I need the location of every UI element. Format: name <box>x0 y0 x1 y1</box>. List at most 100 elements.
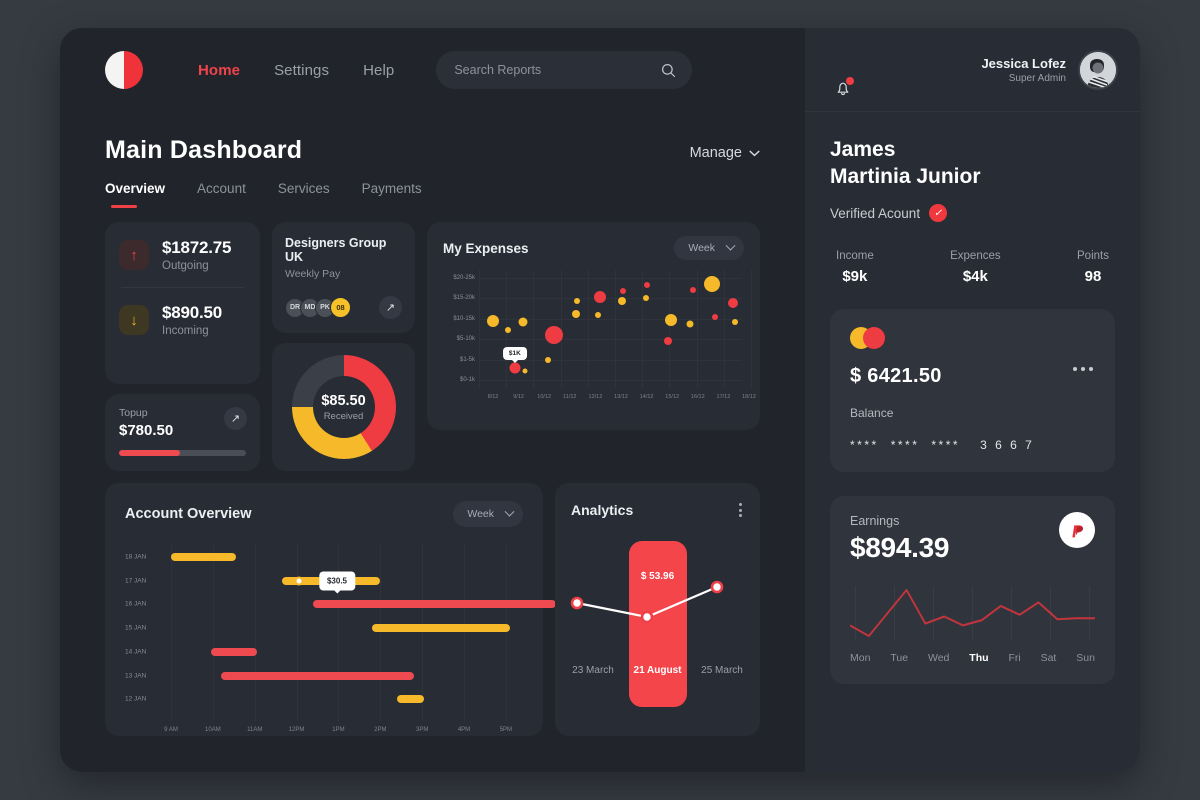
group-count-badge[interactable]: 08 <box>330 297 351 318</box>
day-fri[interactable]: Fri <box>1008 652 1020 664</box>
app-logo-icon[interactable] <box>105 51 143 89</box>
donut-value: $85.50 <box>321 392 366 409</box>
avatar[interactable] <box>1078 49 1118 90</box>
scatter-point <box>544 325 563 344</box>
tab-account[interactable]: Account <box>197 181 246 208</box>
scatter-point <box>593 290 606 303</box>
expenses-range-dropdown[interactable]: Week <box>674 236 744 260</box>
analytics-label-right: 25 March <box>694 663 750 678</box>
gantt-bar[interactable] <box>397 695 425 704</box>
expenses-y-tick: $5-10k <box>456 336 475 343</box>
manage-dropdown[interactable]: Manage <box>690 145 760 161</box>
check-badge-icon: ✓ <box>929 204 948 222</box>
gridline <box>479 380 742 381</box>
day-thu[interactable]: Thu <box>969 652 988 664</box>
nav-link-help[interactable]: Help <box>363 62 394 79</box>
gridline <box>696 270 698 388</box>
kebab-menu-icon[interactable] <box>737 501 744 519</box>
card-mask-2: **** <box>890 438 920 452</box>
day-tue[interactable]: Tue <box>890 652 908 664</box>
gantt-x-tick: 1PM <box>332 727 345 733</box>
gridline <box>338 543 340 721</box>
expenses-range-label: Week <box>688 242 715 254</box>
scatter-point <box>686 320 694 328</box>
scatter-point <box>504 326 511 333</box>
tab-overview[interactable]: Overview <box>105 181 165 208</box>
card-last4: 3 6 6 7 <box>980 438 1035 452</box>
gantt-drag-handle[interactable] <box>294 576 304 586</box>
user-name: Jessica Lofez <box>981 55 1066 71</box>
search-icon[interactable] <box>661 63 676 78</box>
tab-services[interactable]: Services <box>278 181 330 208</box>
day-sun[interactable]: Sun <box>1076 652 1095 664</box>
more-dots-icon[interactable] <box>1073 367 1093 371</box>
expenses-x-tick: 18/12 <box>742 394 756 400</box>
kpi-income-label: Income <box>836 250 874 262</box>
account-range-label: Week <box>467 508 494 520</box>
gantt-tooltip: $30.5 <box>318 571 356 594</box>
analytics-label-left: 23 March <box>565 663 621 678</box>
search-input[interactable] <box>454 63 654 77</box>
cards-row-2: Account Overview Week 18 JAN 17 JAN 16 JAN… <box>60 471 805 736</box>
account-range-dropdown[interactable]: Week <box>453 501 523 527</box>
expenses-tooltip: $1K <box>502 347 527 364</box>
gantt-x-tick: 12PM <box>288 727 305 733</box>
gantt-bar[interactable] <box>221 671 414 680</box>
group-action-button[interactable]: ↗ <box>379 296 402 319</box>
gridline <box>479 270 480 388</box>
scatter-point <box>595 312 602 319</box>
scatter-point <box>689 286 696 293</box>
gridline <box>479 339 742 341</box>
analytics-card: Analytics $ 53.96 23 March 21 August 25 … <box>555 483 760 736</box>
tab-payments[interactable]: Payments <box>362 181 422 208</box>
nav-link-settings[interactable]: Settings <box>274 62 329 79</box>
mastercard-icon <box>850 327 1095 349</box>
day-sat[interactable]: Sat <box>1041 652 1057 664</box>
logo-right-half <box>124 51 143 89</box>
stats-column: ↑ $1872.75 Outgoing ↓ $890.50 Incoming T… <box>105 222 260 471</box>
search-bar[interactable] <box>436 51 693 89</box>
gantt-x-tick: 11AM <box>247 727 263 733</box>
account-overview-card: Account Overview Week 18 JAN 17 JAN 16 JAN… <box>105 483 557 736</box>
logo-left-half <box>105 51 124 89</box>
expenses-x-tick: 12/12 <box>588 394 603 400</box>
incoming-label: Incoming <box>162 325 209 337</box>
expenses-y-tick: $10-15k <box>453 315 475 322</box>
gridline <box>254 543 256 721</box>
earnings-sparkline <box>849 582 1095 644</box>
gantt-bar[interactable] <box>171 553 236 561</box>
analytics-header: Analytics <box>571 501 744 519</box>
gantt-bar[interactable] <box>371 624 511 633</box>
gantt-row-label: 18 JAN <box>125 553 147 561</box>
kpi-expences: Expences $4k <box>950 250 1001 285</box>
balance-card: $ 6421.50 Balance **** **** **** 3 6 6 7 <box>830 309 1115 472</box>
day-mon[interactable]: Mon <box>850 652 870 664</box>
paypal-icon <box>1059 512 1095 548</box>
gantt-x-tick: 3PM <box>415 727 429 733</box>
designers-group-card: Designers Group UK Weekly Pay DR MD PK 0… <box>272 222 415 333</box>
user-role: Super Admin <box>1008 72 1066 84</box>
expenses-y-tick: $15-20k <box>453 295 475 302</box>
expenses-y-tick: $1-5k <box>459 356 475 363</box>
gantt-row-label: 16 JAN <box>125 600 147 608</box>
side-panel-body: James Martinia Junior Verified Acount ✓ … <box>805 112 1140 684</box>
user-info[interactable]: Jessica Lofez Super Admin <box>981 56 1066 84</box>
scatter-point <box>574 297 581 304</box>
day-wed[interactable]: Wed <box>928 652 949 664</box>
gantt-bar[interactable] <box>313 600 557 609</box>
chevron-down-icon <box>504 506 515 517</box>
scatter-point <box>617 296 626 305</box>
gantt-bar[interactable] <box>210 647 257 656</box>
scatter-point <box>518 317 528 327</box>
account-overview-title: Account Overview <box>125 506 252 522</box>
kpi-income-value: $9k <box>842 268 868 285</box>
nav-link-home[interactable]: Home <box>198 62 240 79</box>
balance-amount: $ 6421.50 <box>850 365 942 387</box>
gantt-x-tick: 10AM <box>205 727 221 733</box>
analytics-label-right-text: 25 March <box>701 665 743 676</box>
arrow-down-icon: ↓ <box>119 305 149 335</box>
topup-action-button[interactable]: ↗ <box>224 407 247 430</box>
top-navigation: Home Settings Help <box>60 28 805 112</box>
dashboard-header: Main Dashboard Manage <box>60 112 805 165</box>
bell-icon[interactable] <box>833 77 854 98</box>
